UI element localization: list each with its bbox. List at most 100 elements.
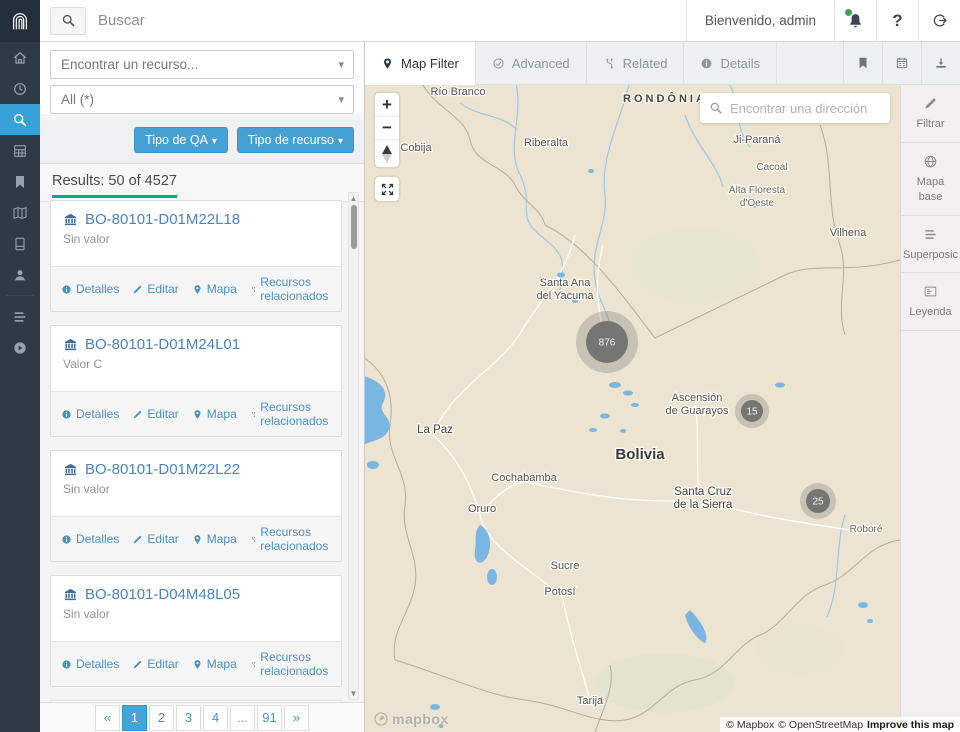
marker-icon (192, 659, 203, 670)
card-edit-link[interactable]: Editar (132, 407, 178, 421)
mapbox-logo[interactable]: mapbox (373, 711, 449, 727)
resource-type-button[interactable]: Tipo de recurso▾ (237, 127, 354, 153)
map-cluster-25[interactable]: 25 (800, 483, 836, 519)
resource-select[interactable]: Encontrar un recurso... ▾ (50, 50, 354, 79)
card-details-link[interactable]: Detalles (61, 407, 119, 421)
map-tool-list[interactable]: Superposicio (901, 216, 960, 274)
resource-link[interactable]: BO-80101-D01M22L22 (63, 461, 329, 478)
zoom-control: + − (375, 93, 399, 167)
attribution-mapbox[interactable]: © Mapbox (726, 719, 774, 731)
top-bar: Bienvenido, admin ? (0, 0, 960, 42)
card-details-link[interactable]: Detalles (61, 657, 119, 671)
sidebar-item-guide[interactable] (0, 332, 40, 363)
card-related-link[interactable]: Recursos relacionados (250, 400, 333, 428)
svg-text:La Paz: La Paz (417, 424, 453, 436)
zoom-out-button[interactable]: − (375, 116, 399, 139)
scope-select[interactable]: All (*) ▾ (50, 85, 354, 114)
fullscreen-button[interactable] (375, 177, 399, 201)
page-button-3[interactable]: 3 (176, 705, 201, 731)
card-edit-link[interactable]: Editar (132, 532, 178, 546)
card-actions: Detalles Editar Mapa Recursos relacionados (51, 641, 341, 686)
resource-value: Valor C (63, 357, 329, 371)
sidebar-item-profile[interactable] (0, 259, 40, 290)
scrollbar-thumb[interactable] (351, 205, 357, 249)
calendar-tool-button[interactable] (882, 42, 921, 84)
page-button-«[interactable]: « (95, 705, 120, 731)
card-edit-link[interactable]: Editar (132, 282, 178, 296)
tab-spacer (777, 42, 843, 84)
card-map-link[interactable]: Mapa (192, 282, 237, 296)
global-search-input[interactable] (86, 12, 686, 29)
map-tool-legend[interactable]: Leyenda (901, 273, 960, 331)
resource-link[interactable]: BO-80101-D01M24L01 (63, 336, 329, 353)
address-search-input[interactable] (730, 101, 890, 116)
qa-type-button[interactable]: Tipo de QA▾ (134, 127, 228, 153)
improve-map-link[interactable]: Improve this map (867, 719, 954, 731)
svg-text:Roboré: Roboré (850, 524, 883, 535)
search-panel: Encontrar un recurso... ▾ All (*) ▾ Tipo… (40, 42, 365, 732)
zoom-in-button[interactable]: + (375, 93, 399, 116)
logout-button[interactable] (918, 0, 960, 41)
sidebar-item-resource-models[interactable] (0, 135, 40, 166)
map-cluster-876[interactable]: 876 (576, 311, 638, 373)
card-details-link[interactable]: Detalles (61, 282, 119, 296)
attribution-osm[interactable]: © OpenStreetMap (778, 719, 863, 731)
resource-link[interactable]: BO-80101-D01M22L18 (63, 211, 329, 228)
compass-control[interactable] (375, 139, 399, 167)
card-related-link[interactable]: Recursos relacionados (250, 650, 333, 678)
tab-advanced[interactable]: Advanced (476, 42, 587, 84)
download-tool-button[interactable] (921, 42, 960, 84)
scroll-up-icon[interactable]: ▲ (349, 194, 358, 203)
sidebar-item-system-settings[interactable] (0, 301, 40, 332)
notifications-button[interactable] (834, 0, 876, 41)
card-related-link[interactable]: Recursos relacionados (250, 525, 333, 553)
card-edit-link[interactable]: Editar (132, 657, 178, 671)
pencil-icon (132, 659, 143, 670)
page-button-4[interactable]: 4 (203, 705, 228, 731)
page-button-1[interactable]: 1 (122, 705, 147, 731)
help-button[interactable]: ? (876, 0, 918, 41)
results-scrollbar[interactable]: ▲ ▼ (348, 192, 359, 700)
magnifier-icon (12, 112, 28, 128)
map-canvas[interactable]: Río BrancoRONDÔNIARiberaltaCobijaJi-Para… (365, 85, 900, 732)
logout-icon (931, 12, 948, 29)
list-icon (923, 227, 938, 242)
sidebar-item-bookmarks[interactable] (0, 166, 40, 197)
card-map-link[interactable]: Mapa (192, 657, 237, 671)
bank-icon (63, 337, 78, 352)
page-button-2[interactable]: 2 (149, 705, 174, 731)
tab-related[interactable]: Related (587, 42, 685, 84)
map-tool-pencil[interactable]: Filtrar (901, 85, 960, 143)
arches-logo[interactable] (0, 0, 40, 42)
page-button-91[interactable]: 91 (257, 705, 282, 731)
map-cluster-15[interactable]: 15 (735, 394, 769, 428)
card-map-link[interactable]: Mapa (192, 407, 237, 421)
page-button-»[interactable]: » (284, 705, 309, 731)
map-viewport[interactable]: Río BrancoRONDÔNIARiberaltaCobijaJi-Para… (365, 85, 960, 732)
pagination: «1234...91» (40, 702, 364, 732)
scroll-down-icon[interactable]: ▼ (349, 689, 358, 698)
card-map-link[interactable]: Mapa (192, 532, 237, 546)
sidebar-item-recent[interactable] (0, 73, 40, 104)
resource-link[interactable]: BO-80101-D04M48L05 (63, 586, 329, 603)
sidebar-item-search[interactable] (0, 104, 40, 135)
search-addon (50, 7, 86, 35)
fork-icon (250, 534, 257, 545)
sidebar-item-cards[interactable] (0, 228, 40, 259)
map-tool-globe[interactable]: Mapa base (901, 143, 960, 216)
card-related-link[interactable]: Recursos relacionados (250, 275, 333, 303)
tab-map-filter[interactable]: Map Filter (365, 42, 476, 85)
legend-icon (923, 284, 938, 299)
info-icon (61, 659, 72, 670)
svg-text:Cacoal: Cacoal (756, 162, 787, 173)
bookmark-icon (12, 174, 28, 190)
list-icon (12, 309, 28, 325)
tab-details[interactable]: Details (684, 42, 777, 84)
bookmark-tool-button[interactable] (843, 42, 882, 84)
svg-text:876: 876 (599, 338, 616, 349)
card-details-link[interactable]: Detalles (61, 532, 119, 546)
sidebar-item-map-layers[interactable] (0, 197, 40, 228)
map-region: Map FilterAdvancedRelatedDetails (365, 42, 960, 732)
sidebar-item-home[interactable] (0, 42, 40, 73)
filter-button-row: Tipo de QA▾ Tipo de recurso▾ (40, 120, 364, 164)
